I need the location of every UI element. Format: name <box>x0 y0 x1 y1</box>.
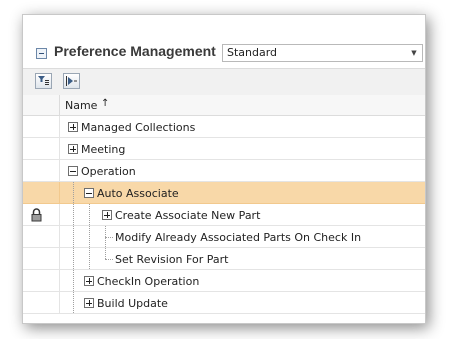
sort-ascending-icon: ↑ <box>101 98 110 109</box>
tree-row-label: Create Associate New Part <box>115 209 261 222</box>
expand-icon[interactable] <box>68 122 78 132</box>
lock-icon <box>31 208 42 222</box>
tree-row-build-update[interactable]: Build Update <box>23 292 425 314</box>
tree-row-label: Managed Collections <box>81 121 196 134</box>
tree-row-label: Operation <box>81 165 136 178</box>
tree-row-operation[interactable]: Operation <box>23 160 425 182</box>
tree-row-create-associate-new-part[interactable]: Create Associate New Part <box>23 204 425 226</box>
grid-header: Name ↑ <box>23 95 425 116</box>
expand-arrow-icon <box>66 76 77 86</box>
tree-row-set-revision-for-part[interactable]: Set Revision For Part <box>23 248 425 270</box>
tree-row-managed-collections[interactable]: Managed Collections <box>23 116 425 138</box>
tree-row-auto-associate[interactable]: Auto Associate <box>23 182 425 204</box>
filter-list-button[interactable] <box>35 73 52 89</box>
tree-row-label: Auto Associate <box>97 187 179 200</box>
column-header-name[interactable]: Name <box>65 99 97 112</box>
tree-connector <box>73 204 74 225</box>
expand-icon[interactable] <box>68 144 78 154</box>
collapse-icon[interactable] <box>68 166 78 176</box>
preference-management-window: Preference Management Standard ▼ Name ↑ <box>22 14 426 324</box>
tree-row-meeting[interactable]: Meeting <box>23 138 425 160</box>
view-select[interactable]: Standard ▼ <box>222 44 423 62</box>
tree-connector <box>73 226 74 247</box>
tree-connector <box>73 248 74 269</box>
tree-connector <box>73 182 74 203</box>
expand-button[interactable] <box>63 73 80 89</box>
tree-row-label: CheckIn Operation <box>97 275 200 288</box>
tree-connector <box>89 226 90 247</box>
filter-list-icon <box>38 76 49 85</box>
page-title: Preference Management <box>54 43 216 59</box>
collapse-icon[interactable] <box>84 188 94 198</box>
toolbar <box>23 68 425 96</box>
tree-row-label: Set Revision For Part <box>115 253 229 266</box>
tree-connector <box>89 204 90 225</box>
collapse-panel-icon[interactable] <box>36 48 47 59</box>
tree-row-label: Build Update <box>97 297 168 310</box>
tree-row-label: Meeting <box>81 143 126 156</box>
expand-icon[interactable] <box>102 210 112 220</box>
preference-tree-grid: Name ↑ Managed Collections Meeting Opera… <box>23 95 425 323</box>
tree-row-modify-already-associated-parts[interactable]: Modify Already Associated Parts On Check… <box>23 226 425 248</box>
tree-connector <box>105 248 106 259</box>
tree-row-checkin-operation[interactable]: CheckIn Operation <box>23 270 425 292</box>
chevron-down-icon[interactable]: ▼ <box>406 45 422 61</box>
view-select-value: Standard <box>227 46 278 59</box>
tree-connector <box>73 292 74 313</box>
expand-icon[interactable] <box>84 298 94 308</box>
expand-icon[interactable] <box>84 276 94 286</box>
tree-row-label: Modify Already Associated Parts On Check… <box>115 231 362 244</box>
tree-connector <box>73 270 74 291</box>
tree-connector <box>105 259 113 260</box>
tree-connector <box>89 248 90 269</box>
tree-connector <box>105 237 113 238</box>
